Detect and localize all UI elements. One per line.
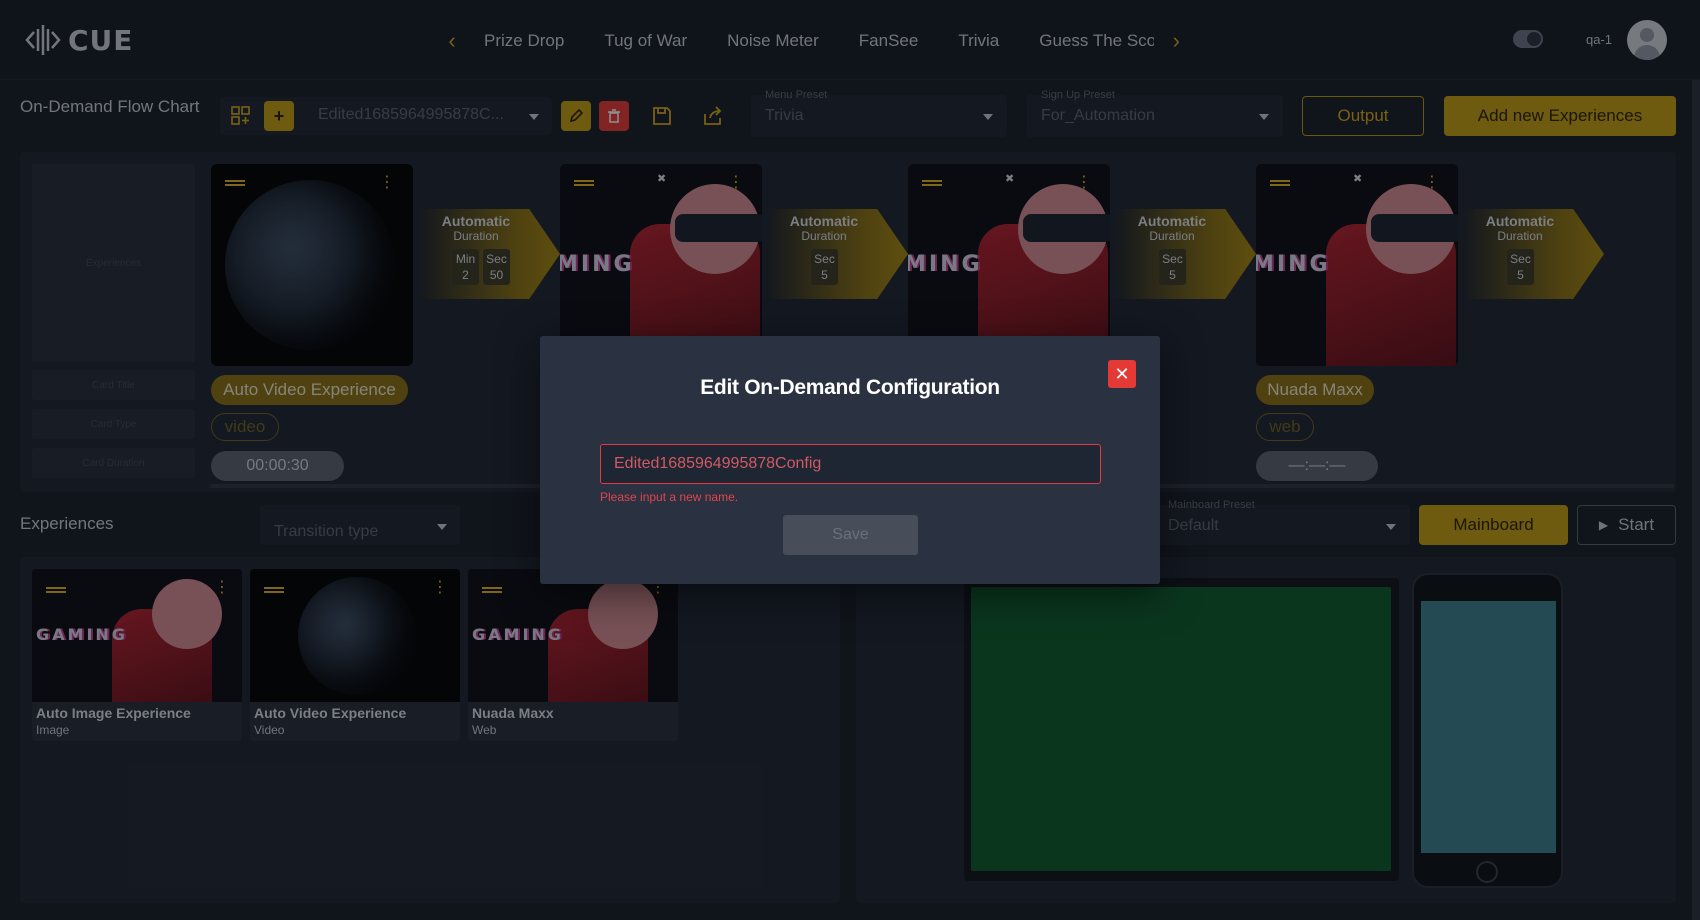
save-button[interactable]: Save (783, 515, 918, 555)
config-name-input[interactable] (600, 444, 1101, 484)
edit-config-modal: Edit On-Demand Configuration ✕ Please in… (540, 336, 1160, 584)
close-icon[interactable]: ✕ (1108, 360, 1136, 388)
modal-title: Edit On-Demand Configuration (700, 376, 1000, 399)
error-message: Please input a new name. (600, 490, 739, 504)
